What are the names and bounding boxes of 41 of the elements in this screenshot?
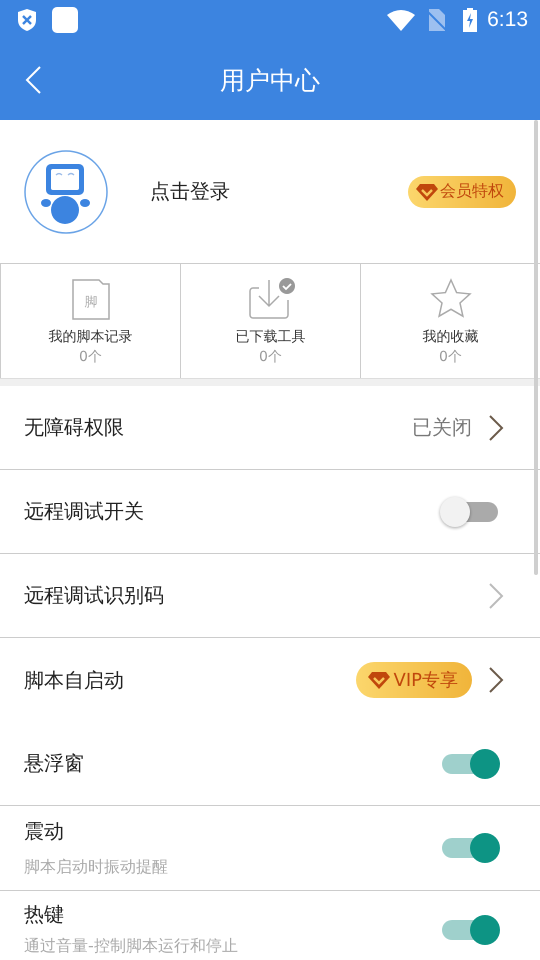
setting-label: 热键	[24, 901, 65, 928]
toggle-switch[interactable]	[440, 915, 500, 945]
setting-label: 震动	[24, 818, 65, 845]
stat-count: 0个	[259, 348, 282, 366]
toggle-switch[interactable]	[440, 496, 500, 526]
toggle-switch[interactable]	[440, 748, 500, 778]
chevron-right-icon[interactable]	[488, 667, 504, 693]
setting-description: 脚本启动时振动提醒	[24, 857, 169, 878]
document-icon: 脚	[70, 278, 112, 320]
battery-icon	[463, 8, 478, 32]
star-icon	[430, 278, 472, 320]
stat-count: 0个	[439, 348, 462, 366]
login-prompt[interactable]: 点击登录	[150, 178, 408, 205]
diamond-icon	[368, 671, 390, 689]
status-time: 6:13	[487, 8, 528, 32]
setting-label: 远程调试识别码	[24, 582, 165, 609]
no-sim-icon	[427, 9, 448, 31]
stat-label: 已下载工具	[236, 328, 306, 346]
wifi-icon	[387, 9, 416, 31]
shield-icon	[16, 8, 38, 32]
app-icon	[52, 7, 78, 33]
toggle-switch[interactable]	[440, 833, 500, 863]
back-icon[interactable]	[24, 66, 42, 94]
chevron-right-icon[interactable]	[488, 414, 504, 440]
stat-count: 0个	[79, 348, 102, 366]
page-title: 用户中心	[220, 64, 320, 96]
settings-row[interactable]: 脚本自启动 VIP专享	[0, 638, 540, 722]
avatar-robot-icon[interactable]	[24, 150, 108, 234]
setting-label: 无障碍权限	[24, 414, 125, 441]
download-icon	[246, 278, 294, 320]
setting-label: 脚本自启动	[24, 666, 125, 694]
diamond-icon	[416, 182, 438, 200]
setting-description: 通过音量-控制脚本运行和停止	[24, 936, 239, 957]
setting-label: 远程调试开关	[24, 498, 145, 525]
setting-label: 悬浮窗	[24, 750, 85, 777]
stat-label: 我的收藏	[422, 328, 478, 346]
stat-label: 我的脚本记录	[48, 328, 132, 346]
settings-row[interactable]: 震动 脚本启动时振动提醒	[0, 806, 540, 891]
settings-row[interactable]: 热键 通过音量-控制脚本运行和停止	[0, 891, 540, 958]
settings-row[interactable]: 悬浮窗	[0, 722, 540, 806]
setting-value: 已关闭	[412, 414, 472, 441]
